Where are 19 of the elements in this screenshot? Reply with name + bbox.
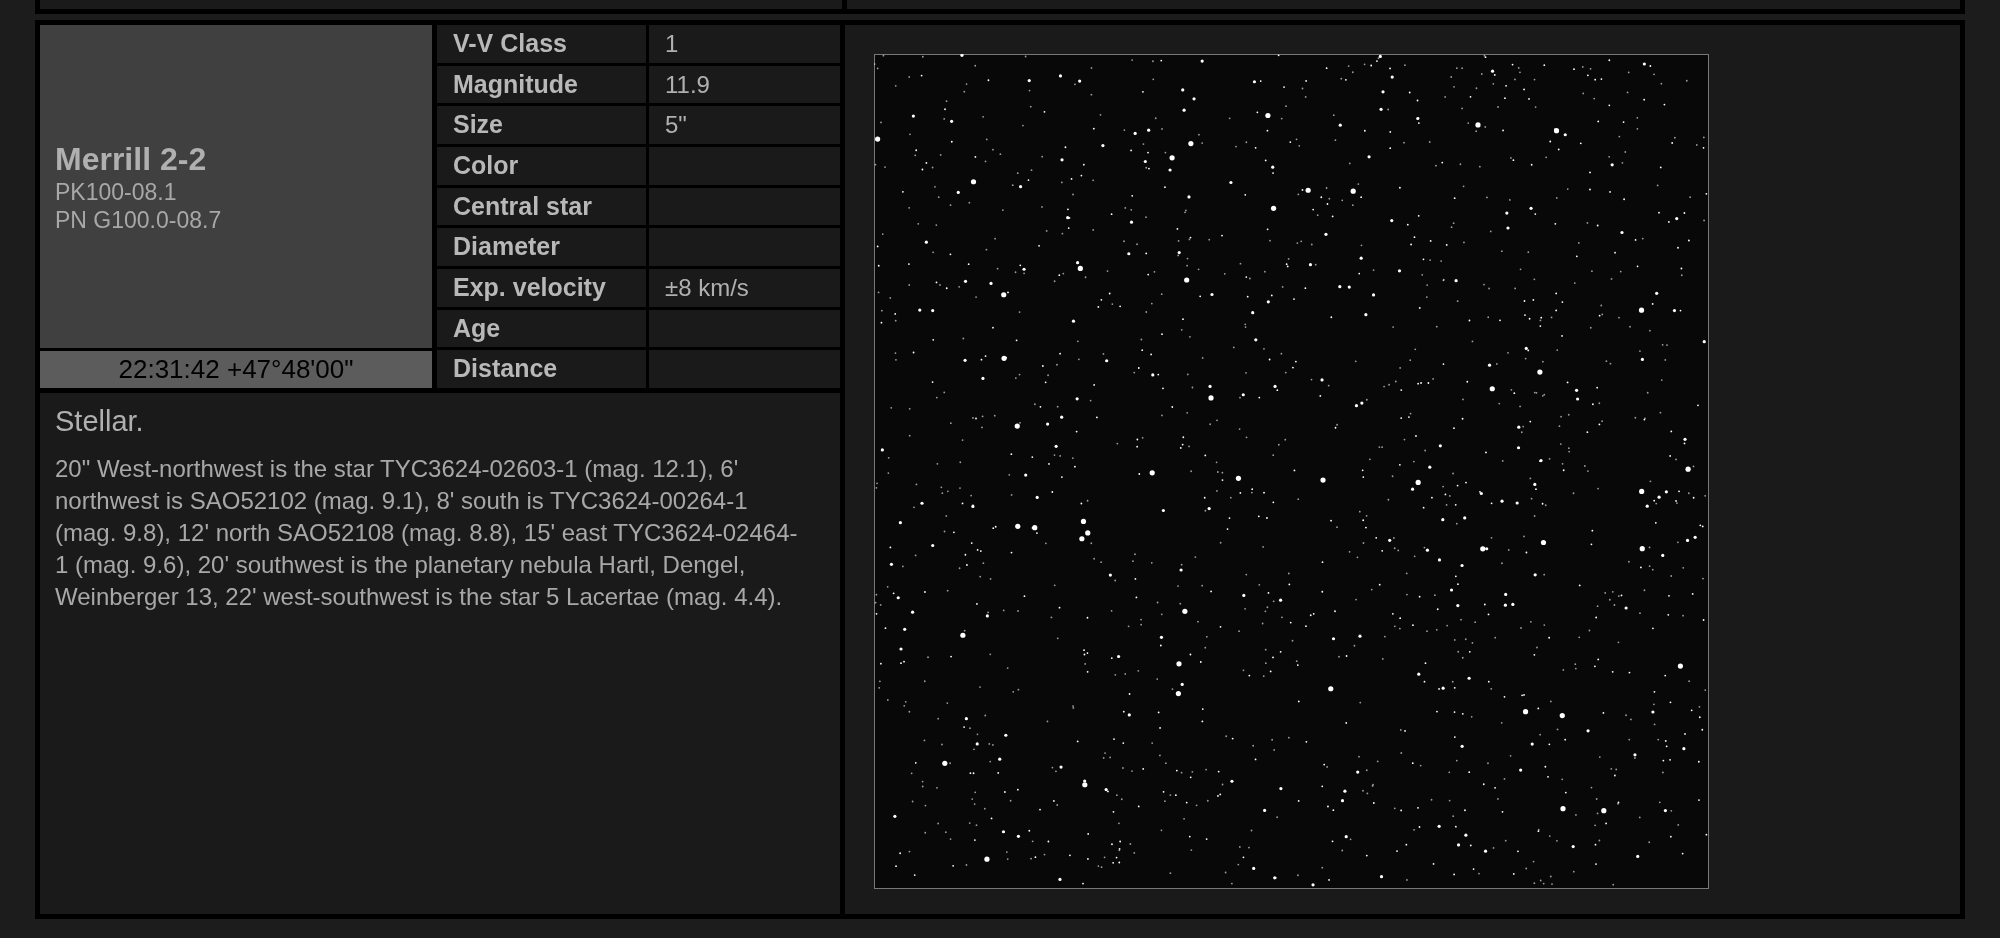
property-label: Distance — [437, 350, 649, 389]
property-value: ±8 km/s — [664, 272, 750, 303]
property-label: V-V Class — [437, 25, 649, 63]
property-label: Color — [437, 147, 649, 185]
object-name: Merrill 2-2 — [55, 139, 208, 178]
designation: PN G100.0-08.7 — [55, 205, 223, 234]
designation: PK100-08.1 — [55, 177, 178, 206]
summary-text: Stellar. — [55, 404, 145, 439]
property-label: Exp. velocity — [437, 269, 649, 307]
property-label: Central star — [437, 187, 649, 226]
property-label: Size — [437, 106, 649, 144]
coordinates-bar: 22:31:42 +47°48'00" — [40, 348, 432, 388]
property-label: Magnitude — [437, 65, 649, 104]
property-value: 5" — [664, 110, 688, 141]
property-value: 11.9 — [664, 69, 711, 100]
property-label: Diameter — [437, 228, 649, 267]
description-text: 20" West-northwest is the star TYC3624-02603-1 (mag. 12.1), 6' northwest is SAO52102 (mag. 9.1), 8' south is TYC3624-00264-1 (mag. 9.8), 12' north SAO52108 (mag. 8.8), 15' east TYC3624-02464-1 (mag. 9.6), 20' southwest is the planetary nebula Hartl, Dengel, Weinberger 13, 22' west-southwest is the star 5 Lacertae (mag. 4.4). — [55, 454, 799, 612]
property-value: 1 — [664, 28, 680, 59]
property-label: Age — [437, 309, 649, 348]
